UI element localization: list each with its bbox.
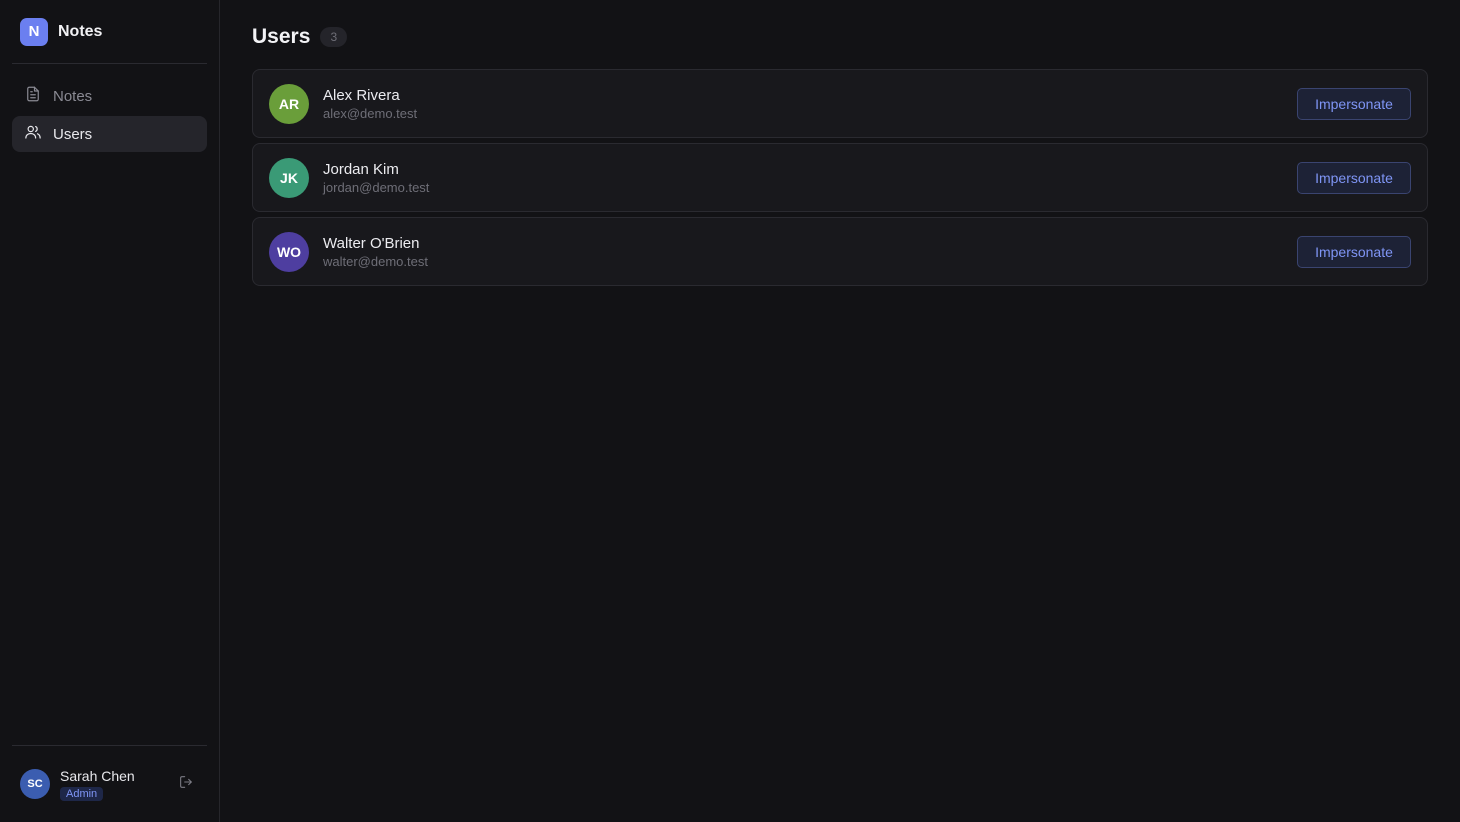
- document-icon: [24, 85, 42, 107]
- sidebar-item-label: Users: [53, 125, 93, 143]
- user-list: AR Alex Rivera alex@demo.test Impersonat…: [252, 69, 1428, 286]
- avatar: JK: [269, 157, 309, 198]
- impersonate-button[interactable]: Impersonate: [1297, 235, 1411, 268]
- logout-icon: [178, 774, 194, 795]
- list-item: WO Walter O'Brien walter@demo.test Imper…: [252, 217, 1428, 286]
- user-name: Jordan Kim: [323, 160, 399, 178]
- brand-logo: N: [20, 17, 48, 46]
- list-item: JK Jordan Kim jordan@demo.test Impersona…: [252, 143, 1428, 212]
- list-item: AR Alex Rivera alex@demo.test Impersonat…: [252, 69, 1428, 138]
- user-name: Walter O'Brien: [323, 234, 420, 252]
- user-email: jordan@demo.test: [323, 179, 430, 195]
- current-user-info: Sarah Chen Admin: [60, 768, 173, 801]
- current-user-name: Sarah Chen: [60, 767, 135, 784]
- logout-button[interactable]: [173, 771, 199, 797]
- count-badge: 3: [320, 27, 348, 47]
- sidebar-item-users[interactable]: Users: [12, 116, 207, 152]
- role-badge: Admin: [60, 786, 104, 801]
- user-details: Walter O'Brien walter@demo.test: [323, 235, 1297, 269]
- user-email: alex@demo.test: [323, 105, 418, 121]
- avatar: AR: [269, 83, 309, 124]
- app-root: N Notes Notes Users SC Sarah Chen Admin …: [0, 0, 1460, 822]
- sidebar-item-label: Notes: [53, 87, 93, 105]
- impersonate-button[interactable]: Impersonate: [1297, 161, 1411, 194]
- users-icon: [24, 123, 42, 145]
- current-user-panel: SC Sarah Chen Admin: [12, 745, 207, 822]
- sidebar-item-notes[interactable]: Notes: [12, 78, 207, 114]
- sidebar-nav: Notes Users: [12, 78, 207, 152]
- impersonate-button[interactable]: Impersonate: [1297, 87, 1411, 120]
- brand-name: Notes: [58, 22, 103, 40]
- user-details: Alex Rivera alex@demo.test: [323, 87, 1297, 121]
- user-name: Alex Rivera: [323, 86, 400, 104]
- page-title: Users: [252, 25, 311, 48]
- main-content: Users 3 AR Alex Rivera alex@demo.test Im…: [220, 0, 1460, 822]
- brand: N Notes: [12, 0, 207, 64]
- sidebar: N Notes Notes Users SC Sarah Chen Admin: [0, 0, 220, 822]
- avatar: WO: [269, 231, 309, 272]
- user-details: Jordan Kim jordan@demo.test: [323, 161, 1297, 195]
- avatar: SC: [20, 769, 50, 799]
- user-email: walter@demo.test: [323, 253, 428, 269]
- page-header: Users 3: [252, 24, 1428, 50]
